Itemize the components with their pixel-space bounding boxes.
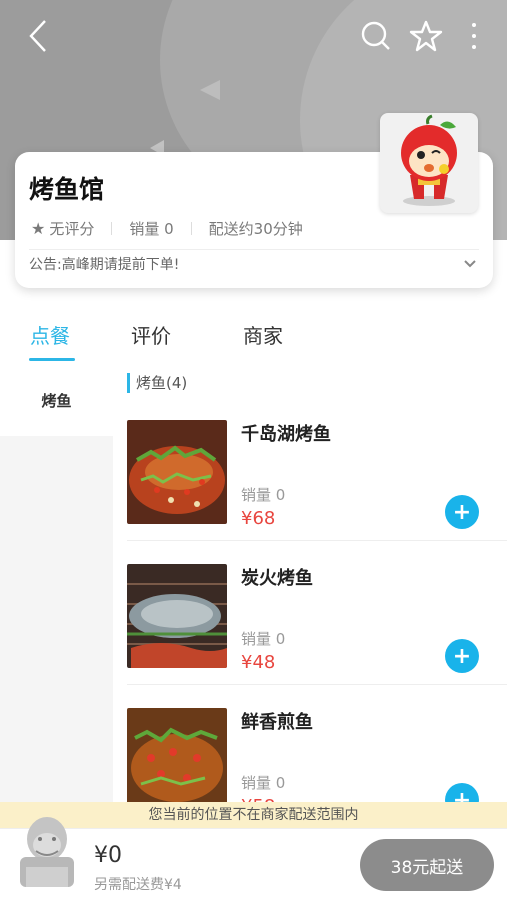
store-rating: 无评分 bbox=[49, 220, 95, 238]
store-sales: 销量 0 bbox=[129, 220, 174, 238]
banner-decoration bbox=[200, 80, 220, 100]
section-title: 烤鱼(4) bbox=[127, 373, 187, 393]
dish-name: 千岛湖烤鱼 bbox=[241, 424, 331, 445]
add-to-cart-button[interactable]: + bbox=[445, 639, 479, 673]
divider bbox=[127, 540, 507, 541]
dish-name: 鲜香煎鱼 bbox=[241, 712, 313, 733]
dish-name: 炭火烤鱼 bbox=[241, 568, 313, 589]
dish-image bbox=[127, 564, 227, 668]
add-to-cart-button[interactable]: + bbox=[445, 495, 479, 529]
dish-sales: 销量 0 bbox=[241, 774, 286, 792]
rating-star-icon: ★ bbox=[31, 219, 46, 238]
tab-order[interactable]: 点餐 bbox=[30, 320, 70, 349]
tab-reviews[interactable]: 评价 bbox=[131, 320, 171, 349]
tab-bar: 点餐 评价 商家 bbox=[0, 308, 507, 364]
dish-price: ¥68 bbox=[241, 508, 276, 529]
store-notice: 公告:高峰期请提前下单! bbox=[29, 257, 180, 273]
star-icon[interactable] bbox=[408, 18, 444, 54]
search-icon[interactable] bbox=[358, 18, 394, 54]
cart-bar: ¥0 另需配送费¥4 38元起送 bbox=[0, 817, 507, 900]
divider bbox=[127, 684, 507, 685]
tab-merchant[interactable]: 商家 bbox=[243, 320, 283, 349]
dish-sales: 销量 0 bbox=[241, 486, 286, 504]
dish-price: ¥48 bbox=[241, 652, 276, 673]
back-arrow-icon[interactable] bbox=[20, 18, 56, 54]
menu-item[interactable]: 千岛湖烤鱼 销量 0 ¥68 + bbox=[127, 412, 507, 556]
cart-total: ¥0 bbox=[94, 843, 122, 868]
more-vertical-icon[interactable] bbox=[456, 18, 492, 54]
cart-mascot-icon[interactable] bbox=[12, 809, 82, 895]
chevron-down-icon[interactable] bbox=[459, 253, 481, 275]
min-order-button[interactable]: 38元起送 bbox=[360, 839, 494, 891]
dish-image bbox=[127, 708, 227, 804]
category-sidebar: 烤鱼 bbox=[0, 364, 113, 804]
category-item-grilled-fish[interactable]: 烤鱼 bbox=[0, 364, 113, 436]
divider bbox=[29, 249, 479, 250]
dish-image bbox=[127, 420, 227, 524]
store-name: 烤鱼馆 bbox=[29, 175, 105, 204]
active-tab-indicator bbox=[29, 358, 75, 361]
delivery-time: 配送约30分钟 bbox=[208, 220, 303, 238]
store-stats: ★ 无评分 销量 0 配送约30分钟 bbox=[31, 218, 303, 239]
dish-sales: 销量 0 bbox=[241, 630, 286, 648]
menu-item[interactable]: 炭火烤鱼 销量 0 ¥48 + bbox=[127, 556, 507, 700]
store-logo bbox=[380, 113, 478, 213]
divider bbox=[190, 222, 192, 235]
delivery-fee: 另需配送费¥4 bbox=[94, 877, 182, 893]
divider bbox=[111, 222, 113, 235]
